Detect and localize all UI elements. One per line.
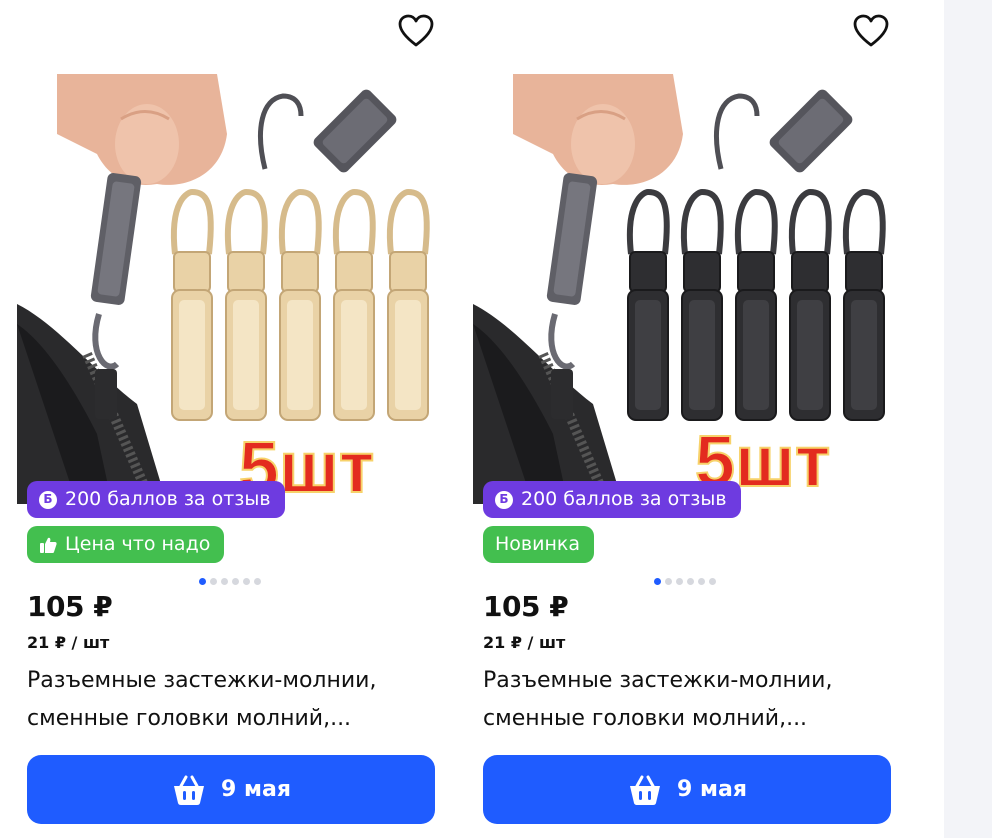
gallery-dots[interactable] — [654, 578, 716, 588]
product-card[interactable]: 5шт Б 200 баллов за отзыв Цена что надо … — [17, 0, 445, 838]
product-title[interactable]: Разъемные застежки-молнии, сменные голов… — [483, 662, 883, 738]
gallery-dot[interactable] — [243, 578, 250, 585]
bonus-coin-icon: Б — [495, 490, 513, 509]
product-image[interactable]: 5шт — [17, 74, 437, 504]
points-badge: Б 200 баллов за отзыв — [27, 481, 285, 518]
delivery-date-label: 9 мая — [221, 777, 291, 802]
gallery-dot[interactable] — [665, 578, 672, 585]
add-to-cart-button[interactable]: 9 мая — [27, 755, 435, 824]
product-image[interactable]: 5шт — [473, 74, 893, 504]
product-title-line[interactable]: сменные головки молний,... — [27, 700, 427, 738]
unit-price: 21 ₽ / шт — [27, 633, 110, 652]
gallery-dot[interactable] — [654, 578, 661, 585]
points-badge-label: 200 баллов за отзыв — [521, 488, 727, 510]
thumbs-up-icon — [40, 537, 57, 553]
price: 105 ₽ — [483, 590, 569, 623]
points-badge-label: 200 баллов за отзыв — [65, 488, 271, 510]
gallery-dot[interactable] — [709, 578, 716, 585]
price: 105 ₽ — [27, 590, 113, 623]
delivery-date-label: 9 мая — [677, 777, 747, 802]
heart-outline-icon — [398, 14, 434, 47]
gallery-dot[interactable] — [698, 578, 705, 585]
gallery-dot[interactable] — [221, 578, 228, 585]
product-title-line[interactable]: сменные головки молний,... — [483, 700, 883, 738]
basket-icon — [174, 775, 205, 805]
promo-badge: Цена что надо — [27, 526, 225, 563]
gallery-dot[interactable] — [210, 578, 217, 585]
new-badge-label: Новинка — [495, 533, 580, 555]
gallery-dot[interactable] — [254, 578, 261, 585]
heart-outline-icon — [853, 14, 889, 47]
product-card[interactable]: 5шт Б 200 баллов за отзыв Новинка 105 ₽ … — [473, 0, 901, 838]
unit-price: 21 ₽ / шт — [483, 633, 566, 652]
gallery-dots[interactable] — [199, 578, 261, 588]
bonus-coin-icon: Б — [39, 490, 57, 509]
product-title-line[interactable]: Разъемные застежки-молнии, — [483, 662, 883, 700]
new-badge: Новинка — [483, 526, 594, 563]
basket-icon — [630, 775, 661, 805]
add-to-cart-button[interactable]: 9 мая — [483, 755, 891, 824]
product-title-line[interactable]: Разъемные застежки-молнии, — [27, 662, 427, 700]
gallery-dot[interactable] — [676, 578, 683, 585]
page-side-strip — [944, 0, 992, 838]
favorite-button[interactable] — [853, 14, 889, 48]
product-title[interactable]: Разъемные застежки-молнии, сменные голов… — [27, 662, 427, 738]
gallery-dot[interactable] — [199, 578, 206, 585]
promo-badge-label: Цена что надо — [65, 533, 211, 555]
favorite-button[interactable] — [398, 14, 434, 48]
gallery-dot[interactable] — [232, 578, 239, 585]
points-badge: Б 200 баллов за отзыв — [483, 481, 741, 518]
gallery-dot[interactable] — [687, 578, 694, 585]
